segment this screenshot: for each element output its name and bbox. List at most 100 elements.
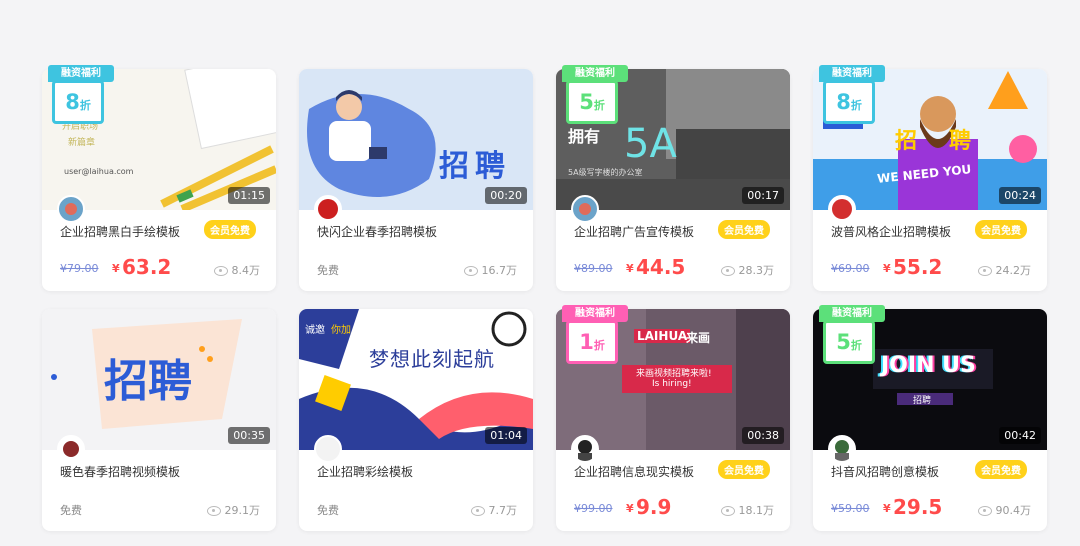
thumb-subtext: 5A级写字楼的办公室 [568,168,643,177]
member-free-badge: 会员免费 [718,460,770,479]
member-free-badge: 会员免费 [975,460,1027,479]
thumb-headline: 招聘 [104,356,192,407]
discount-box: 8折 [52,80,104,124]
thumb-line-1: 来画视频招聘来啦! [636,369,712,379]
view-count-value: 18.1万 [738,504,775,517]
view-count-value: 8.4万 [231,264,261,277]
template-card[interactable]: 招聘 00:35 暖色春季招聘视频模板 免费 29.1万 [42,309,276,531]
discount-tag: 融资福利 8折 [48,65,116,124]
card-title[interactable]: 波普风格企业招聘模板 [831,223,981,240]
template-card[interactable]: 招 聘 WE NEED YOU 00:24 融资福利 8折 波普风格企业招聘模板… [813,65,1047,291]
template-card[interactable]: JOIN US 招聘 00:42 融资福利 5折 抖音风招聘创意模板 会员免费 … [813,305,1047,531]
thumb-headline-2: 5A [624,121,677,167]
price-row: 免费 16.7万 [317,257,517,279]
thumb-headline-1: 招 [895,129,918,154]
currency-symbol: ¥ [883,262,891,275]
card-thumbnail[interactable]: 招聘 00:35 [42,309,276,450]
currency-symbol: ¥ [626,262,634,275]
free-label: 免费 [317,264,339,277]
eye-icon [470,506,485,516]
template-card[interactable]: 梦想此刻起航 诚邀 你加 01:04 企业招聘彩绘模板 免费 7.7万 [299,309,533,531]
view-count: 18.1万 [720,502,775,518]
eye-icon [977,506,992,516]
price-row: 免费 7.7万 [317,497,517,519]
template-grid: 开启职场 新篇章 user@laihua.com 01:15 融资福利 8折 企… [0,0,1080,546]
eye-icon [720,266,735,276]
card-title[interactable]: 暖色春季招聘视频模板 [60,463,210,480]
card-title[interactable]: 企业招聘彩绘模板 [317,463,467,480]
author-avatar[interactable] [571,435,599,463]
discount-unit: 折 [593,99,605,112]
duration-label: 01:04 [485,427,527,444]
template-card[interactable]: 拥有 5A 5A级写字楼的办公室 00:17 融资福利 5折 企业招聘广告宣传模… [556,65,790,291]
card-title[interactable]: 企业招聘黑白手绘模板 [60,223,210,240]
current-price: 29.5 [893,495,943,519]
author-avatar[interactable] [828,435,856,463]
price-row: ¥89.00 ¥ 44.5 28.3万 [574,255,775,279]
eye-icon [206,506,221,516]
discount-tag: 融资福利 5折 [819,305,887,364]
view-count-value: 28.3万 [738,264,775,277]
duration-label: 01:15 [228,187,270,204]
card-thumbnail[interactable]: 招 聘 00:20 [299,69,533,210]
current-price: 9.9 [636,495,672,519]
current-price: 44.5 [636,255,686,279]
card-title[interactable]: 企业招聘信息现实模板 [574,463,724,480]
thumb-corner-text-2: 你加 [331,325,351,336]
thumb-brand-en: LAIHUA [634,329,691,343]
thumb-email-text: user@laihua.com [64,167,134,176]
original-price: ¥99.00 [574,502,613,515]
discount-number: 8 [836,90,851,114]
view-count-value: 90.4万 [995,504,1032,517]
member-free-badge: 会员免费 [204,220,256,239]
view-count: 7.7万 [470,502,518,518]
discount-number: 1 [579,330,594,354]
discount-unit: 折 [850,339,862,352]
eye-icon [977,266,992,276]
discount-box: 5折 [566,80,618,124]
price-row: ¥79.00 ¥ 63.2 8.4万 [60,255,261,279]
card-title[interactable]: 抖音风招聘创意模板 [831,463,981,480]
author-avatar[interactable] [571,195,599,223]
discount-unit: 折 [593,339,605,352]
author-avatar[interactable] [57,195,85,223]
thumb-brand-cn: 来画 [686,331,711,345]
author-avatar[interactable] [314,435,342,463]
discount-tag: 融资福利 8折 [819,65,887,124]
view-count: 8.4万 [213,262,261,278]
original-price: ¥59.00 [831,502,870,515]
eye-icon [463,266,478,276]
discount-box: 1折 [566,320,618,364]
currency-symbol: ¥ [626,502,634,515]
svg-text:新篇章: 新篇章 [68,136,95,148]
discount-box: 8折 [823,80,875,124]
view-count: 16.7万 [463,262,517,278]
card-title[interactable]: 企业招聘广告宣传模板 [574,223,724,240]
price-row: ¥59.00 ¥ 29.5 90.4万 [831,495,1032,519]
author-avatar[interactable] [57,435,85,463]
thumb-headline: JOIN US [881,353,976,378]
author-avatar[interactable] [828,195,856,223]
thumb-headline-1: 拥有 [568,127,601,146]
template-card[interactable]: LAIHUA 来画 来画视频招聘来啦! Is hiring! 00:38 融资福… [556,305,790,531]
free-label: 免费 [317,504,339,517]
view-count-value: 24.2万 [995,264,1032,277]
discount-unit: 折 [79,99,91,112]
template-card[interactable]: 招 聘 00:20 快闪企业春季招聘模板 免费 16.7万 [299,69,533,291]
discount-tag: 融资福利 5折 [562,65,630,124]
currency-symbol: ¥ [883,502,891,515]
card-title[interactable]: 快闪企业春季招聘模板 [317,223,467,240]
duration-label: 00:42 [999,427,1041,444]
thumb-headline: 梦想此刻起航 [369,347,495,371]
template-card[interactable]: 开启职场 新篇章 user@laihua.com 01:15 融资福利 8折 企… [42,65,276,291]
thumb-corner-text-1: 诚邀 [305,325,325,336]
original-price: ¥79.00 [60,262,99,275]
duration-label: 00:24 [999,187,1041,204]
thumb-headline-1: 招 [439,149,469,184]
author-avatar[interactable] [314,195,342,223]
view-count-value: 7.7万 [488,504,518,517]
original-price: ¥89.00 [574,262,613,275]
view-count: 29.1万 [206,502,260,518]
card-thumbnail[interactable]: 梦想此刻起航 诚邀 你加 01:04 [299,309,533,450]
view-count: 90.4万 [977,502,1032,518]
